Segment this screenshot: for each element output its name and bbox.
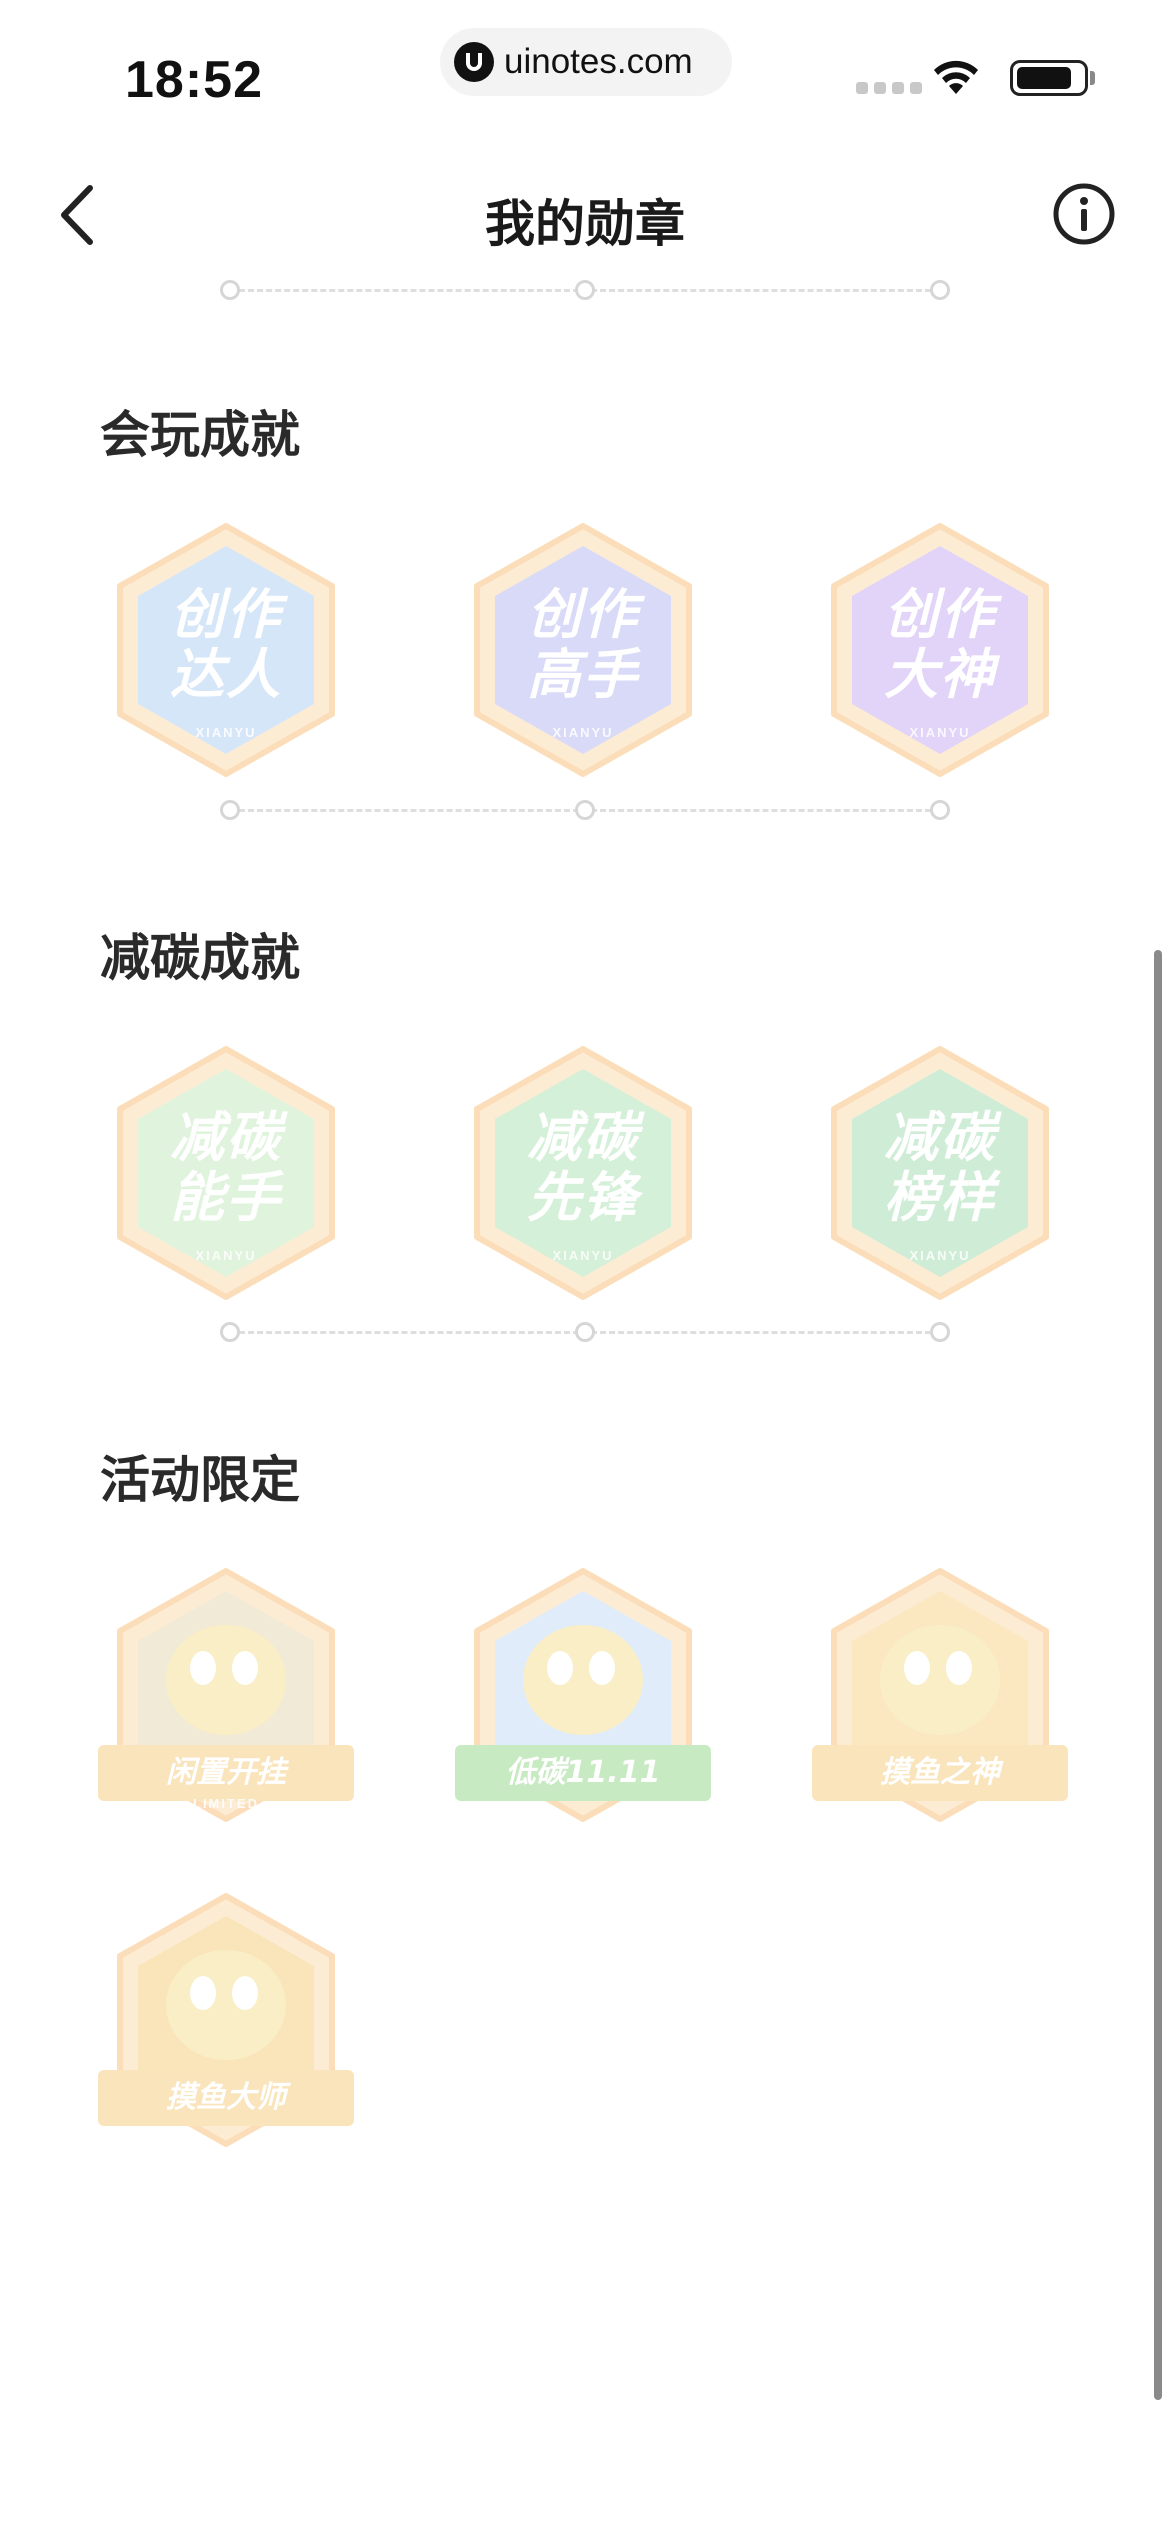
scrollbar[interactable] [1154,950,1162,2400]
mascot-icon [166,1950,286,2060]
badge-label-line2: 能手 [170,1166,282,1229]
badge-label-line2: 大神 [884,643,996,706]
badge-label-line1: 创作 [170,583,282,646]
badge-item[interactable]: 低碳11.11 [455,1565,711,1825]
status-time: 18:52 [125,51,263,109]
badge-item[interactable]: 摸鱼之神 [812,1565,1068,1825]
badge-sublabel: XIANYU [195,725,257,740]
badge-sublabel: XIANYU [909,1248,971,1263]
badge-item[interactable]: 减碳 先锋 XIANYU [467,1043,699,1303]
badge-label-line1: 减碳 [170,1106,282,1169]
mascot-icon [523,1625,643,1735]
badge-item[interactable]: 创作 高手 XIANYU [467,520,699,780]
badge-label-line2: 先锋 [527,1166,639,1229]
badge-ribbon-label: 摸鱼之神 [812,1745,1068,1801]
progress-track [220,800,950,820]
mascot-icon [880,1625,1000,1735]
badge-label-line1: 创作 [527,583,639,646]
badge-item[interactable]: 创作 达人 XIANYU [110,520,342,780]
badge-item[interactable]: 闲置开挂 LIMITED [98,1565,354,1825]
nav-bar: 我的勋章 [0,160,1170,270]
badge-label-line1: 减碳 [527,1106,639,1169]
url-pill[interactable]: uinotes.com [440,28,732,96]
badge-item[interactable]: 减碳 能手 XIANYU [110,1043,342,1303]
status-bar: 18:52 uinotes.com [0,0,1170,140]
badge-sublabel: LIMITED [193,1796,259,1811]
section-title-carbon: 减碳成就 [100,929,300,987]
url-text: uinotes.com [504,42,693,81]
battery-icon [1010,60,1088,96]
site-logo-icon [454,42,494,82]
badge-item[interactable]: 摸鱼大师 [98,1890,354,2150]
badge-sublabel: XIANYU [552,1248,614,1263]
progress-track [220,1322,950,1342]
page-title: 我的勋章 [485,195,685,253]
badge-ribbon-label: 闲置开挂 [98,1745,354,1801]
info-icon[interactable] [1052,182,1116,246]
section-title-limited: 活动限定 [100,1451,300,1509]
badge-label-line1: 创作 [884,583,996,646]
badge-label-line1: 减碳 [884,1106,996,1169]
badge-item[interactable]: 减碳 榜样 XIANYU [824,1043,1056,1303]
badge-label-line2: 高手 [527,643,639,706]
badge-label-line2: 榜样 [884,1166,996,1229]
badge-sublabel: XIANYU [195,1248,257,1263]
progress-track [220,280,950,300]
cellular-signal-icon [856,82,922,94]
badge-sublabel: XIANYU [909,725,971,740]
mascot-icon [166,1625,286,1735]
badge-item[interactable]: 创作 大神 XIANYU [824,520,1056,780]
badge-sublabel: XIANYU [552,725,614,740]
badge-label-line2: 达人 [170,643,282,706]
wifi-icon [934,60,978,94]
badge-ribbon-label: 低碳11.11 [455,1745,711,1801]
badge-ribbon-label: 摸鱼大师 [98,2070,354,2126]
section-title-play: 会玩成就 [100,406,300,464]
